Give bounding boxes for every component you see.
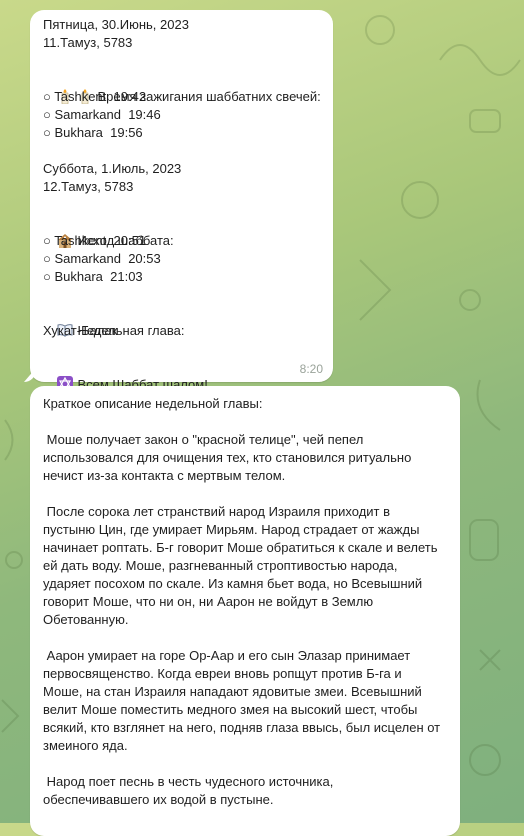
summary-paragraph: После сорока лет странствий народ Израил… (43, 504, 442, 627)
candle-city: Tashkent (54, 89, 107, 104)
candles-heading: Время зажигания шаббатних свечей: (43, 70, 333, 104)
exit-city: Samarkand (54, 251, 121, 266)
summary-paragraph: Аарон умирает на горе Ор-Аар и его сын Э… (43, 648, 444, 753)
exit-city: Bukhara (54, 269, 103, 284)
exit-row: ○ Samarkand 20:53 (43, 251, 161, 266)
candle-row: ○ Bukhara 19:56 (43, 125, 143, 140)
date-saturday: Суббота, 1.Июль, 2023 (43, 161, 182, 176)
candle-city: Bukhara (54, 125, 103, 140)
candle-row: ○ Samarkand 19:46 (43, 107, 161, 122)
exit-time: 20:51 (113, 233, 147, 248)
candle-city: Samarkand (54, 107, 121, 122)
date-friday: Пятница, 30.Июнь, 2023 (43, 17, 189, 32)
candle-time: 19:46 (128, 107, 161, 122)
exit-heading: Исход шаббата: (43, 214, 333, 248)
hebrew-date-saturday: 12.Тамуз, 5783 (43, 179, 134, 194)
exit-row: ○ Bukhara 21:03 (43, 269, 143, 284)
candle-time: 19:42 (113, 89, 147, 104)
candle-time: 19:56 (110, 125, 143, 140)
message-bubble-shabbat-times[interactable]: Пятница, 30.Июнь, 2023 11.Тамуз, 5783 Вр… (24, 10, 333, 392)
greeting-line: Всем Шаббат шалом! (43, 358, 333, 392)
exit-time: 21:03 (110, 269, 143, 284)
summary-heading: Краткое описание недельной главы: (43, 396, 263, 411)
summary-paragraph: Моше получает закон о "красной телице", … (43, 432, 415, 483)
exit-city: Tashkent (54, 233, 107, 248)
message-time: 8:20 (299, 362, 323, 376)
parasha-name: Хукат-Балак (43, 323, 118, 338)
exit-row: ○ Tashkent 20:51 (43, 233, 147, 248)
message-bubble-parasha-summary[interactable]: Краткое описание недельной главы: Моше п… (30, 386, 460, 836)
summary-paragraph: Народ поет песнь в честь чудесного источ… (43, 774, 337, 807)
exit-time: 20:53 (128, 251, 161, 266)
hebrew-date-friday: 11.Тамуз, 5783 (43, 35, 133, 50)
parasha-heading: Недельная глава: (43, 304, 333, 338)
bubble-tail (24, 368, 36, 382)
